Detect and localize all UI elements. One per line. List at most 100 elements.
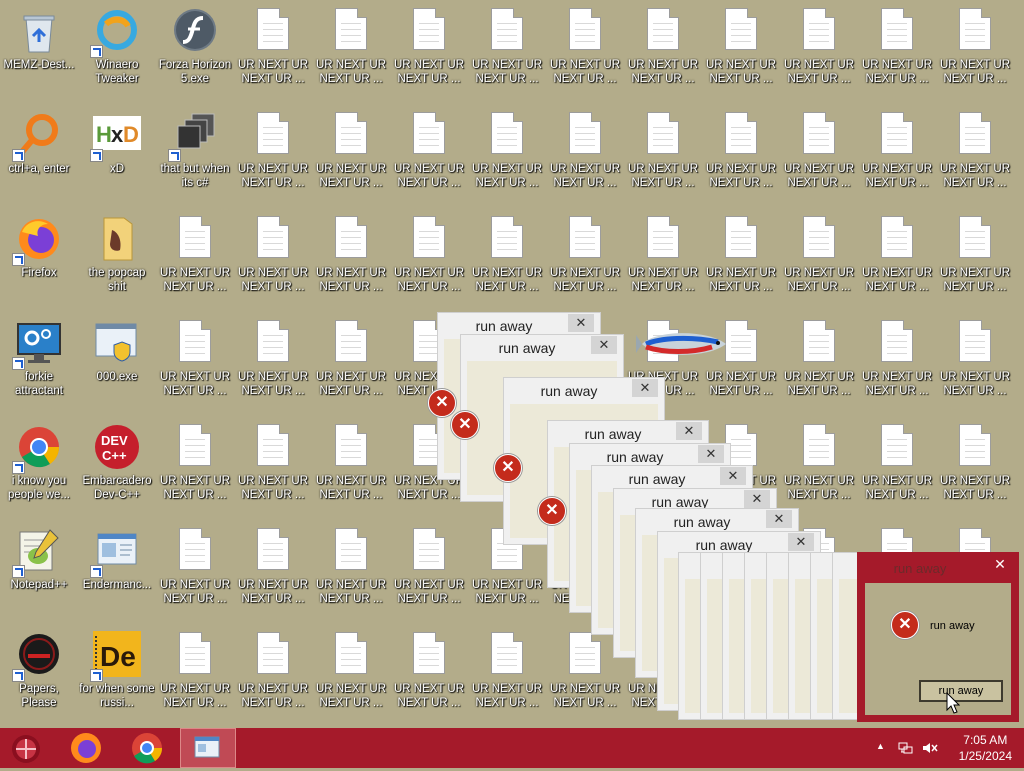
taskbar-app-active[interactable] [180,728,236,768]
text-file-icon [248,422,298,472]
file-label: UR NEXT UR NEXT UR ... [315,267,387,293]
desktop-file-icon[interactable]: UR NEXT UR NEXT UR ... [157,624,233,710]
desktop-file-icon[interactable]: UR NEXT UR NEXT UR ... [235,0,311,86]
desktop-icon-chrome[interactable]: i know you people we... [1,416,77,502]
desktop-file-icon[interactable]: UR NEXT UR NEXT UR ... [235,208,311,294]
file-label: UR NEXT UR NEXT UR ... [627,267,699,293]
desktop-file-icon[interactable]: UR NEXT UR NEXT UR ... [781,208,857,294]
desktop-icon-firefox[interactable]: Firefox [1,208,77,280]
desktop-file-icon[interactable]: UR NEXT UR NEXT UR ... [313,416,389,502]
close-icon[interactable]: ✕ [720,467,746,485]
desktop-file-icon[interactable]: UR NEXT UR NEXT UR ... [859,104,935,190]
desktop-icon-endermanch[interactable]: Endermanc... [79,520,155,592]
desktop-file-icon[interactable]: UR NEXT UR NEXT UR ... [391,208,467,294]
desktop-file-icon[interactable]: UR NEXT UR NEXT UR ... [235,416,311,502]
desktop-file-icon[interactable]: UR NEXT UR NEXT UR ... [547,624,623,710]
desktop-icon-ctrl-a[interactable]: ctrl+a, enter [1,104,77,176]
desktop-file-icon[interactable]: UR NEXT UR NEXT UR ... [781,312,857,398]
desktop-file-icon[interactable]: UR NEXT UR NEXT UR ... [235,624,311,710]
desktop-file-icon[interactable]: UR NEXT UR NEXT UR ... [235,312,311,398]
desktop-file-icon[interactable]: UR NEXT UR NEXT UR ... [547,208,623,294]
desktop-icon-xd[interactable]: HxD xD [79,104,155,176]
desktop-file-icon[interactable]: UR NEXT UR NEXT UR ... [469,0,545,86]
text-file-icon [248,318,298,368]
desktop-file-icon[interactable]: UR NEXT UR NEXT UR ... [625,208,701,294]
desktop[interactable]: MEMZ-Dest... Winaero Tweaker Forza Horiz… [0,0,1024,728]
desktop-icon-000exe[interactable]: 000.exe [79,312,155,384]
icon-label: Embarcadero Dev-C++ [82,475,152,501]
desktop-file-icon[interactable]: UR NEXT UR NEXT UR ... [391,0,467,86]
desktop-file-icon[interactable]: UR NEXT UR NEXT UR ... [937,312,1013,398]
desktop-file-icon[interactable]: UR NEXT UR NEXT UR ... [469,624,545,710]
desktop-file-icon[interactable]: UR NEXT UR NEXT UR ... [859,0,935,86]
close-icon[interactable]: ✕ [591,336,617,354]
desktop-file-icon[interactable]: UR NEXT UR NEXT UR ... [313,0,389,86]
desktop-file-icon[interactable]: UR NEXT UR NEXT UR ... [469,208,545,294]
desktop-file-icon[interactable]: UR NEXT UR NEXT UR ... [781,104,857,190]
desktop-file-icon[interactable]: UR NEXT UR NEXT UR ... [937,416,1013,502]
desktop-file-icon[interactable]: UR NEXT UR NEXT UR ... [547,0,623,86]
desktop-file-icon[interactable]: UR NEXT UR NEXT UR ... [859,416,935,502]
desktop-file-icon[interactable]: UR NEXT UR NEXT UR ... [235,520,311,606]
run-away-button[interactable]: run away [919,680,1003,702]
desktop-icon-forkie[interactable]: forkie attractant [1,312,77,398]
desktop-file-icon[interactable]: UR NEXT UR NEXT UR ... [313,520,389,606]
taskbar-chrome[interactable] [121,728,173,768]
desktop-file-icon[interactable]: UR NEXT UR NEXT UR ... [703,0,779,86]
desktop-file-icon[interactable]: UR NEXT UR NEXT UR ... [235,104,311,190]
tray-overflow-icon[interactable]: ▲ [876,741,885,751]
desktop-file-icon[interactable]: UR NEXT UR NEXT UR ... [157,416,233,502]
desktop-file-icon[interactable]: UR NEXT UR NEXT UR ... [391,520,467,606]
desktop-file-icon[interactable]: UR NEXT UR NEXT UR ... [703,104,779,190]
text-file-icon [950,422,1000,472]
text-file-icon [248,214,298,264]
desktop-icon-winaero[interactable]: Winaero Tweaker [79,0,155,86]
desktop-file-icon[interactable]: UR NEXT UR NEXT UR ... [937,208,1013,294]
desktop-file-icon[interactable]: UR NEXT UR NEXT UR ... [157,520,233,606]
dialog-title: run away [498,340,556,356]
desktop-icon-memz[interactable]: MEMZ-Dest... [1,0,77,72]
network-icon[interactable] [898,740,914,756]
close-icon[interactable]: ✕ [568,314,594,332]
desktop-file-icon[interactable]: UR NEXT UR NEXT UR ... [625,104,701,190]
dialog-title: run away [606,449,664,465]
desktop-icon-de[interactable]: De for when some russi... [79,624,155,710]
start-button[interactable] [0,728,52,768]
taskbar-clock[interactable]: 7:05 AM 1/25/2024 [959,732,1012,764]
desktop-icon-devcpp[interactable]: DEV C++ Embarcadero Dev-C++ [79,416,155,502]
desktop-icon-papers-please[interactable]: Papers, Please [1,624,77,710]
taskbar-firefox[interactable] [60,728,112,768]
desktop-file-icon[interactable]: UR NEXT UR NEXT UR ... [937,104,1013,190]
close-icon[interactable]: ✕ [788,533,814,551]
desktop-file-icon[interactable]: UR NEXT UR NEXT UR ... [781,416,857,502]
close-icon[interactable]: ✕ [698,445,724,463]
desktop-file-icon[interactable]: UR NEXT UR NEXT UR ... [937,0,1013,86]
active-error-dialog[interactable]: run away ✕ ✕ run away run away [857,552,1019,722]
desktop-file-icon[interactable]: UR NEXT UR NEXT UR ... [625,0,701,86]
desktop-icon-popcap[interactable]: the popcap shit [79,208,155,294]
desktop-file-icon[interactable]: UR NEXT UR NEXT UR ... [703,208,779,294]
desktop-icon-notepadpp[interactable]: Notepad++ [1,520,77,592]
close-icon[interactable]: ✕ [632,379,658,397]
close-icon[interactable]: ✕ [676,422,702,440]
desktop-file-icon[interactable]: UR NEXT UR NEXT UR ... [391,624,467,710]
desktop-file-icon[interactable]: UR NEXT UR NEXT UR ... [391,104,467,190]
desktop-file-icon[interactable]: UR NEXT UR NEXT UR ... [313,624,389,710]
desktop-file-icon[interactable]: UR NEXT UR NEXT UR ... [313,208,389,294]
close-icon[interactable]: ✕ [744,490,770,508]
desktop-icon-forza[interactable]: Forza Horizon 5.exe [157,0,233,86]
desktop-file-icon[interactable]: UR NEXT UR NEXT UR ... [547,104,623,190]
desktop-file-icon[interactable]: UR NEXT UR NEXT UR ... [313,104,389,190]
close-icon[interactable]: ✕ [986,555,1014,573]
desktop-file-icon[interactable]: UR NEXT UR NEXT UR ... [859,312,935,398]
desktop-file-icon[interactable]: UR NEXT UR NEXT UR ... [469,104,545,190]
desktop-file-icon[interactable]: UR NEXT UR NEXT UR ... [157,312,233,398]
text-file-icon [248,110,298,160]
close-icon[interactable]: ✕ [766,510,792,528]
desktop-file-icon[interactable]: UR NEXT UR NEXT UR ... [859,208,935,294]
desktop-file-icon[interactable]: UR NEXT UR NEXT UR ... [313,312,389,398]
desktop-file-icon[interactable]: UR NEXT UR NEXT UR ... [781,0,857,86]
desktop-file-icon[interactable]: UR NEXT UR NEXT UR ... [157,208,233,294]
desktop-icon-csharp[interactable]: that but when its c# [157,104,233,190]
volume-muted-icon[interactable] [921,740,939,756]
